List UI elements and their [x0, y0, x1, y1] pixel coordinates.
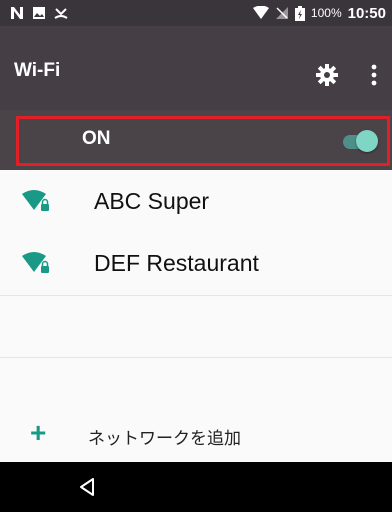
wifi-lock-icon [22, 190, 52, 219]
battery-percent: 100% [310, 6, 342, 20]
status-left-icons [10, 6, 68, 20]
navigation-bar [0, 462, 392, 512]
app-toolbar: Wi-Fi [0, 26, 392, 110]
battery-charging-icon [294, 5, 305, 21]
image-icon [32, 6, 46, 20]
missed-call-icon [54, 6, 68, 20]
no-sim-icon [275, 6, 289, 20]
status-right-icons: 100% 10:50 [252, 4, 386, 22]
page-title: Wi-Fi [14, 60, 61, 81]
network-row[interactable]: ABC Super [0, 170, 392, 234]
network-name: DEF Restaurant [94, 250, 259, 276]
add-network-row[interactable]: + ネットワークを追加 [0, 408, 392, 458]
wifi-switch-thumb[interactable] [356, 130, 378, 152]
wifi-signal-icon [252, 6, 269, 20]
status-bar: 100% 10:50 [0, 0, 392, 26]
network-name: ABC Super [94, 188, 210, 214]
wifi-toggle-label: ON [82, 128, 111, 149]
network-row[interactable]: DEF Restaurant [0, 232, 392, 296]
notification-n-icon [10, 6, 24, 20]
more-vert-icon[interactable] [366, 62, 382, 88]
plus-icon: + [30, 417, 47, 448]
add-network-label: ネットワークを追加 [88, 429, 241, 448]
wifi-toggle-row[interactable]: ON [0, 110, 392, 170]
empty-row [0, 294, 392, 358]
wifi-lock-icon [22, 252, 52, 281]
highlight-box [16, 116, 390, 166]
gear-icon[interactable] [316, 64, 338, 86]
clock: 10:50 [347, 4, 386, 22]
back-icon[interactable] [76, 475, 100, 499]
